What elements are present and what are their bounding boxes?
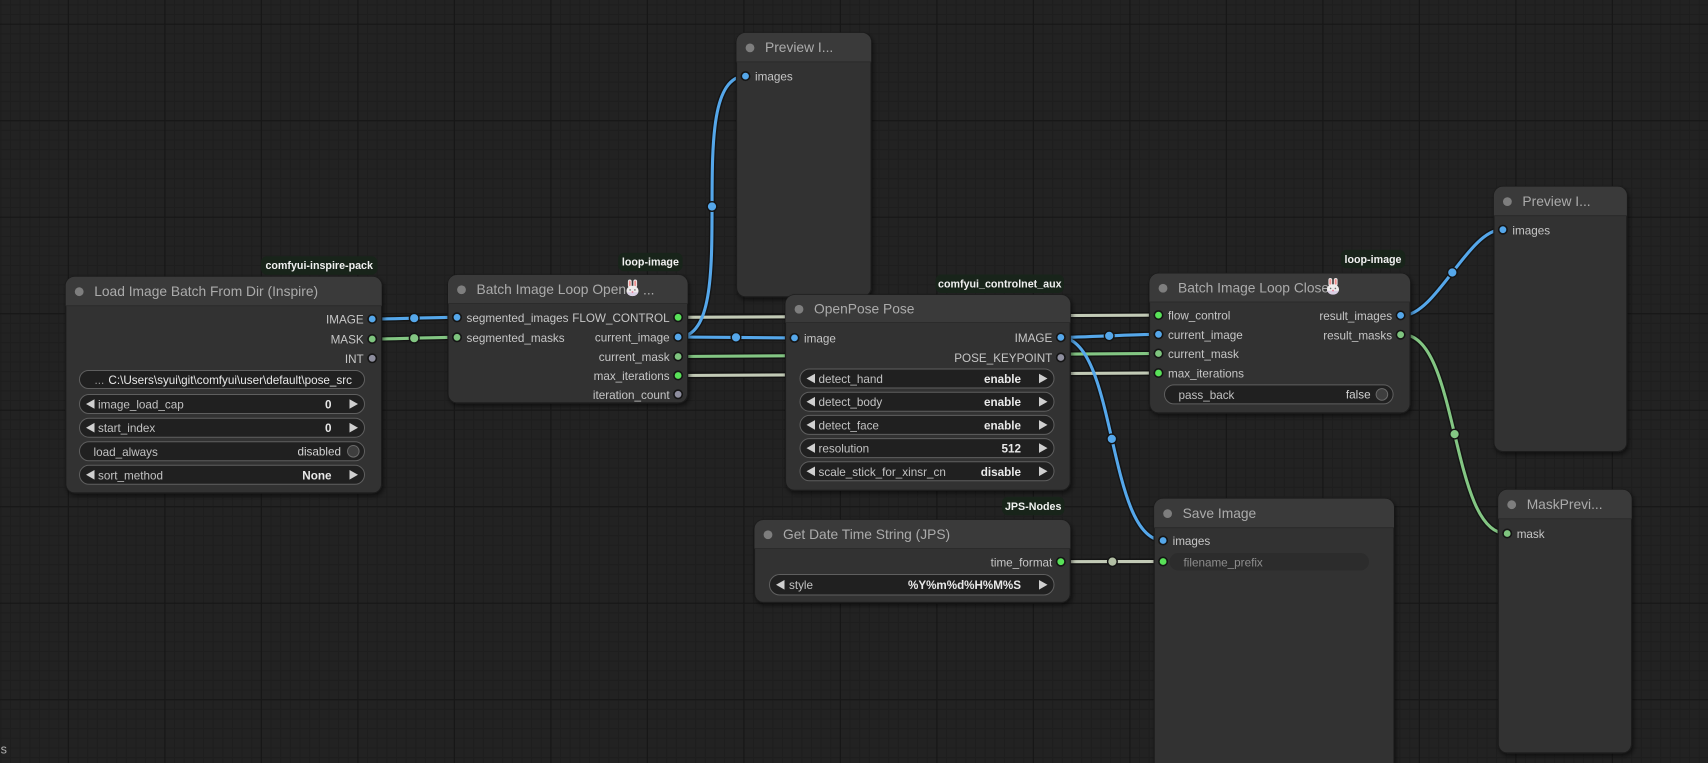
svg-text:OpenPose Pose: OpenPose Pose xyxy=(814,301,915,316)
svg-text:enable: enable xyxy=(984,373,1022,386)
svg-text:detect_face: detect_face xyxy=(819,419,879,432)
svg-text:detect_body: detect_body xyxy=(819,396,883,409)
svg-text:segmented_images: segmented_images xyxy=(467,312,569,325)
svg-text:time_format: time_format xyxy=(991,556,1053,569)
svg-text:image: image xyxy=(804,333,836,346)
svg-text:current_image: current_image xyxy=(595,332,670,345)
svg-text:pass_back: pass_back xyxy=(1179,389,1235,402)
svg-text:disable: disable xyxy=(981,466,1022,479)
svg-text:%Y%m%d%H%M%S: %Y%m%d%H%M%S xyxy=(908,579,1021,592)
svg-text:Save Image: Save Image xyxy=(1183,506,1257,521)
svg-text:mask: mask xyxy=(1517,528,1545,541)
svg-text:Batch Image Loop Open: Batch Image Loop Open xyxy=(477,282,627,297)
svg-text:segmented_masks: segmented_masks xyxy=(467,332,565,345)
svg-text:images: images xyxy=(755,71,793,84)
svg-text:current_mask: current_mask xyxy=(599,351,670,364)
svg-text:result_images: result_images xyxy=(1319,310,1392,323)
svg-text:flow_control: flow_control xyxy=(1168,310,1230,323)
svg-text:comfyui-inspire-pack: comfyui-inspire-pack xyxy=(265,260,373,272)
svg-text:detect_hand: detect_hand xyxy=(819,373,883,386)
svg-text:IMAGE: IMAGE xyxy=(326,314,364,327)
svg-text:Get Date Time String (JPS): Get Date Time String (JPS) xyxy=(783,527,950,542)
svg-text:...: ... xyxy=(643,283,655,298)
svg-text:current_image: current_image xyxy=(1168,329,1243,342)
svg-text:FLOW_CONTROL: FLOW_CONTROL xyxy=(572,312,670,325)
svg-text:images: images xyxy=(1173,535,1211,548)
svg-text:Batch Image Loop Close: Batch Image Loop Close xyxy=(1178,280,1329,295)
svg-text:ls: ls xyxy=(0,742,7,756)
svg-text:images: images xyxy=(1512,224,1550,237)
svg-text:INT: INT xyxy=(345,353,364,366)
svg-text:start_index: start_index xyxy=(98,422,155,435)
svg-text:load_always: load_always xyxy=(94,446,158,459)
svg-text:iteration_count: iteration_count xyxy=(593,389,670,402)
svg-text:Preview I...: Preview I... xyxy=(1522,194,1590,209)
svg-text:sort_method: sort_method xyxy=(98,469,163,482)
svg-text:0: 0 xyxy=(325,399,332,412)
svg-text:IMAGE: IMAGE xyxy=(1015,332,1053,345)
svg-text:MaskPrevi...: MaskPrevi... xyxy=(1527,497,1603,512)
svg-text:current_mask: current_mask xyxy=(1168,348,1239,361)
svg-text:MASK: MASK xyxy=(331,334,364,347)
svg-text:Load Image Batch From Dir (Ins: Load Image Batch From Dir (Inspire) xyxy=(94,284,318,299)
svg-text:loop-image: loop-image xyxy=(622,257,679,269)
svg-text:512: 512 xyxy=(1001,443,1021,456)
svg-text:image_load_cap: image_load_cap xyxy=(98,399,184,412)
svg-text:resolution: resolution xyxy=(819,443,870,456)
svg-text:C:\Users\syui\git\comfyui\user: C:\Users\syui\git\comfyui\user\default\p… xyxy=(108,374,352,387)
svg-text:style: style xyxy=(789,579,813,592)
svg-text:0: 0 xyxy=(325,422,332,435)
svg-text:filename_prefix: filename_prefix xyxy=(1184,556,1263,569)
svg-text:false: false xyxy=(1346,388,1371,401)
svg-text:disabled: disabled xyxy=(297,445,341,458)
svg-text:result_masks: result_masks xyxy=(1323,329,1392,342)
svg-text:enable: enable xyxy=(984,396,1022,409)
svg-text:max_iterations: max_iterations xyxy=(594,370,670,383)
svg-text:max_iterations: max_iterations xyxy=(1168,368,1244,381)
svg-text:None: None xyxy=(302,469,332,482)
svg-text:...: ... xyxy=(95,374,105,387)
svg-text:Preview I...: Preview I... xyxy=(765,40,833,55)
svg-text:scale_stick_for_xinsr_cn: scale_stick_for_xinsr_cn xyxy=(819,466,946,479)
svg-text:loop-image: loop-image xyxy=(1344,254,1401,266)
svg-text:comfyui_controlnet_aux: comfyui_controlnet_aux xyxy=(938,279,1062,291)
svg-text:POSE_KEYPOINT: POSE_KEYPOINT xyxy=(954,352,1052,365)
svg-text:JPS-Nodes: JPS-Nodes xyxy=(1005,501,1061,513)
svg-text:enable: enable xyxy=(984,419,1022,432)
